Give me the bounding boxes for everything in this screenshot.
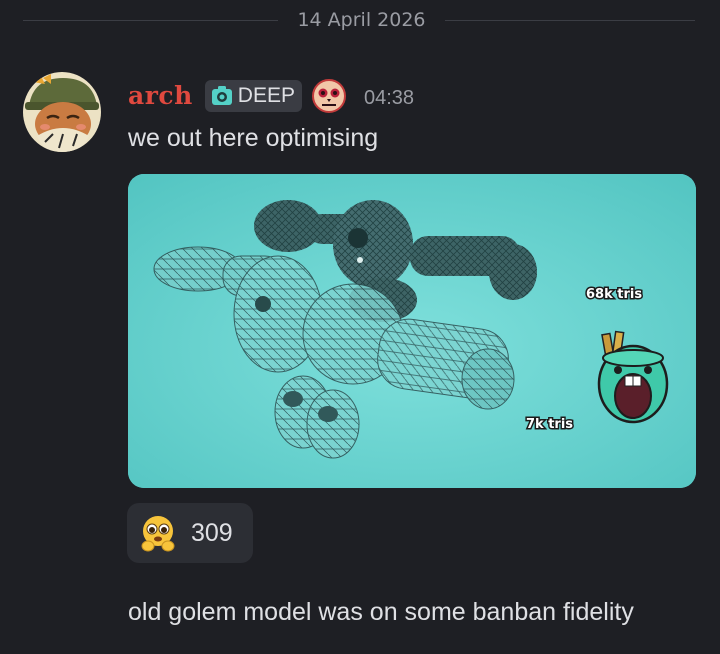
username[interactable]: arch: [128, 81, 193, 111]
message-header: arch DEEP 04:38: [128, 78, 414, 114]
image-attachment[interactable]: 68k tris 7k tris: [128, 174, 696, 488]
golem-comparison-image: 68k tris 7k tris: [128, 174, 696, 488]
clan-tag-label: DEEP: [237, 84, 295, 107]
divider-line-right: [445, 20, 695, 21]
timestamp[interactable]: 04:38: [364, 83, 414, 110]
low-poly-label: 7k tris: [526, 417, 573, 432]
message-text: we out here optimising: [128, 124, 379, 152]
chat-view: 14 April 2026 arch DEEP 04:38 we out her…: [0, 0, 720, 654]
high-poly-label: 68k tris: [586, 287, 642, 302]
skull-badge-icon[interactable]: [311, 79, 346, 113]
clan-tag[interactable]: DEEP: [204, 80, 302, 112]
avatar-illustration-icon: [23, 72, 101, 152]
camera-icon: [211, 86, 232, 105]
date-divider: 14 April 2026: [23, 9, 695, 31]
divider-line-left: [23, 20, 278, 21]
next-message-text: old golem model was on some banban fidel…: [128, 598, 634, 626]
avatar[interactable]: [23, 72, 101, 152]
reaction-count: 309: [191, 519, 233, 547]
reaction-button[interactable]: 309: [127, 503, 253, 563]
pleading-face-emoji: [141, 516, 175, 552]
divider-date: 14 April 2026: [297, 9, 426, 31]
